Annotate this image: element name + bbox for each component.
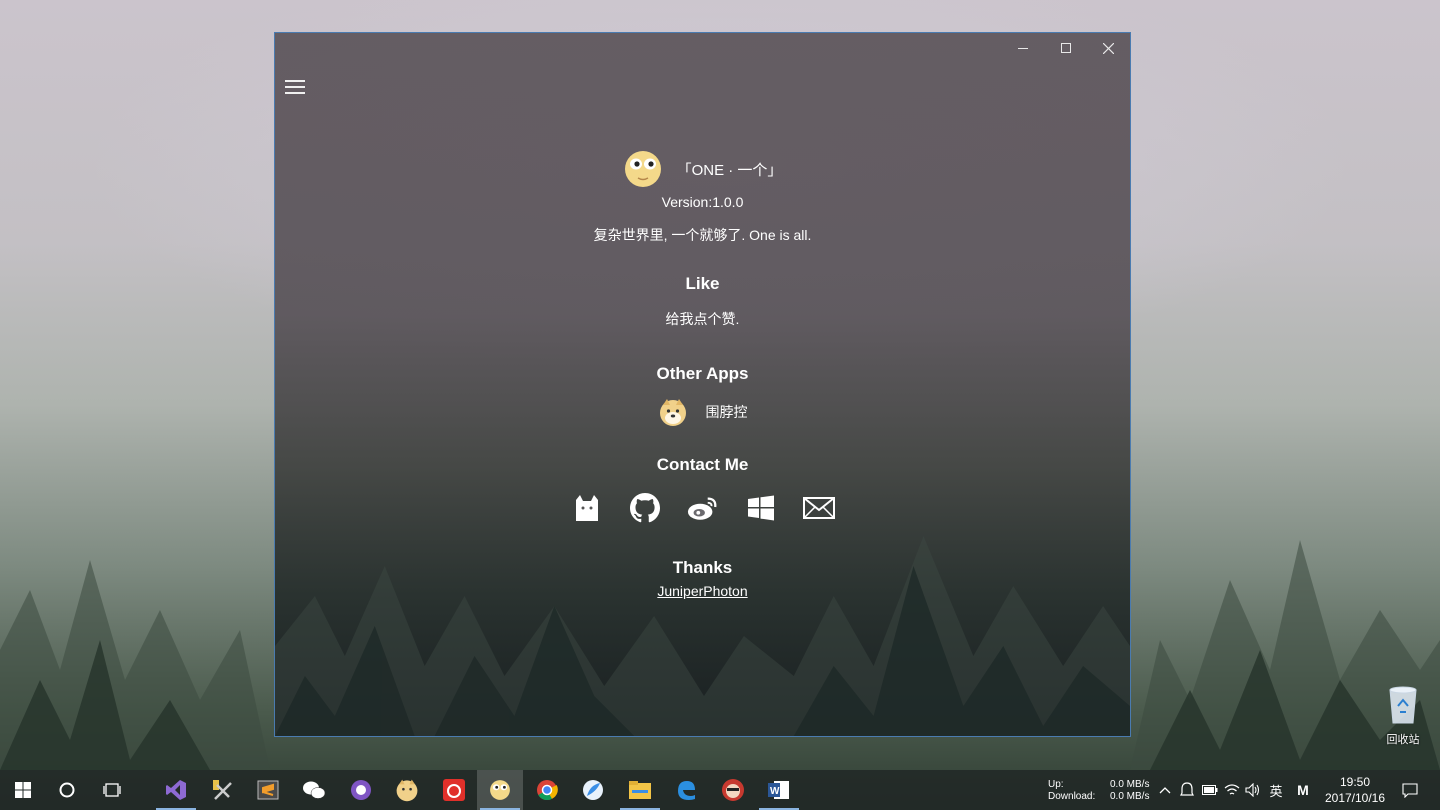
minimize-button[interactable] xyxy=(1001,33,1044,63)
one-app-icon xyxy=(490,780,510,800)
thanks-link[interactable]: JuniperPhoton xyxy=(657,583,747,599)
about-content: 「ONE · 一个」 Version:1.0.0 复杂世界里, 一个就够了. O… xyxy=(275,149,1130,601)
file-explorer-icon xyxy=(629,781,651,799)
app-slogan: 复杂世界里, 一个就够了. One is all. xyxy=(593,227,812,243)
other-apps-section-title: Other Apps xyxy=(656,364,749,383)
app-window: 「ONE · 一个」 Version:1.0.0 复杂世界里, 一个就够了. O… xyxy=(274,32,1131,737)
app-name: 「ONE · 一个」 xyxy=(676,161,783,179)
notification-icon xyxy=(1402,782,1418,798)
taskbar-doge[interactable] xyxy=(384,770,430,810)
tray-ime[interactable]: 英 xyxy=(1266,770,1286,810)
visual-studio-icon xyxy=(166,780,186,800)
taskbar-one-app[interactable] xyxy=(477,770,523,810)
like-section-title: Like xyxy=(685,274,720,293)
maximize-button[interactable] xyxy=(1044,33,1087,63)
svg-text:W: W xyxy=(770,786,780,797)
cat-icon xyxy=(575,495,598,521)
mail-contact-button[interactable] xyxy=(802,493,835,523)
tray-ime-mode[interactable]: M xyxy=(1292,770,1314,810)
mail-icon xyxy=(802,497,835,519)
doge-icon xyxy=(396,779,418,802)
show-hidden-icons-button[interactable] xyxy=(1155,770,1175,810)
recycle-bin[interactable]: 回收站 xyxy=(1378,684,1428,747)
net-up-label: Up: xyxy=(1048,779,1064,790)
taskbar-wechat[interactable] xyxy=(291,770,337,810)
network-values: 0.0 MB/s 0.0 MB/s xyxy=(1110,779,1149,803)
cortana-button[interactable] xyxy=(44,770,90,810)
taskbar-visual-studio[interactable] xyxy=(153,770,199,810)
word-icon: W xyxy=(768,781,789,799)
close-icon xyxy=(1103,42,1114,54)
tray-qq[interactable] xyxy=(1177,770,1197,810)
cortana-icon xyxy=(59,782,75,798)
close-button[interactable] xyxy=(1087,33,1130,63)
start-button[interactable] xyxy=(0,770,46,810)
chrome-icon xyxy=(537,780,558,801)
wifi-icon xyxy=(1224,784,1240,795)
sublime-icon xyxy=(257,780,279,800)
netease-music-icon xyxy=(443,779,465,801)
doge-icon xyxy=(659,399,686,426)
taskbar-avatar-app[interactable] xyxy=(710,770,756,810)
hamburger-line xyxy=(285,92,305,94)
feather-icon xyxy=(583,780,603,800)
hamburger-line xyxy=(285,86,305,88)
task-view-button[interactable] xyxy=(89,770,135,810)
clock-date: 2017/10/16 xyxy=(1324,791,1386,805)
like-link[interactable]: 给我点个赞. xyxy=(275,309,1130,329)
battery-icon xyxy=(1202,785,1218,795)
windows-icon xyxy=(747,495,774,521)
contact-section-title: Contact Me xyxy=(656,455,749,474)
recycle-bin-icon xyxy=(1389,686,1417,724)
taskbar-file-explorer[interactable] xyxy=(617,770,663,810)
other-app-item[interactable]: 围脖控 xyxy=(275,397,1130,427)
taskbar-feather[interactable] xyxy=(570,770,616,810)
task-view-icon xyxy=(103,783,121,797)
maximize-icon xyxy=(1060,43,1071,53)
windows-start-icon xyxy=(15,782,31,798)
taskbar-netease-music[interactable] xyxy=(431,770,477,810)
edge-icon xyxy=(678,781,695,800)
github-icon xyxy=(629,493,660,523)
github-desktop-icon xyxy=(351,780,371,800)
windows-store-contact-button[interactable] xyxy=(745,493,777,523)
weibo-icon xyxy=(687,497,716,520)
app-header: 「ONE · 一个」 xyxy=(275,149,1130,189)
taskbar-chrome[interactable] xyxy=(524,770,570,810)
contact-icons xyxy=(275,493,1130,523)
chevron-up-icon xyxy=(1159,787,1171,794)
hamburger-menu-button[interactable] xyxy=(285,80,305,94)
recycle-bin-label: 回收站 xyxy=(1386,734,1420,746)
other-app-label: 围脖控 xyxy=(705,404,748,420)
avatar-icon xyxy=(722,779,744,801)
app-version: Version:1.0.0 xyxy=(661,194,744,210)
taskbar-sublime[interactable] xyxy=(245,770,291,810)
bell-icon xyxy=(1180,782,1194,796)
weibo-contact-button[interactable] xyxy=(687,493,719,523)
tray-volume[interactable] xyxy=(1243,770,1263,810)
thanks-section-title: Thanks xyxy=(672,558,733,577)
tray-wifi[interactable] xyxy=(1222,770,1242,810)
minimize-icon xyxy=(1017,47,1028,49)
clock-time: 19:50 xyxy=(1339,775,1371,789)
one-app-logo-icon xyxy=(624,151,661,187)
action-center-button[interactable] xyxy=(1398,770,1422,810)
hamburger-line xyxy=(285,80,305,82)
github-contact-button[interactable] xyxy=(629,493,661,523)
taskbar-word[interactable]: W xyxy=(756,770,802,810)
taskbar-clock[interactable]: 19:50 2017/10/16 xyxy=(1320,774,1390,806)
taskbar-edge[interactable] xyxy=(663,770,709,810)
network-labels: Up: Download: xyxy=(1048,779,1095,803)
cat-contact-button[interactable] xyxy=(571,493,603,523)
tools-icon xyxy=(213,780,232,800)
title-bar xyxy=(275,33,1130,63)
tray-battery[interactable] xyxy=(1199,770,1221,810)
taskbar-tools[interactable] xyxy=(199,770,245,810)
net-down-value: 0.0 MB/s xyxy=(1110,791,1150,802)
taskbar-github-desktop[interactable] xyxy=(338,770,384,810)
volume-icon xyxy=(1245,783,1260,797)
wechat-icon xyxy=(303,781,326,799)
net-down-label: Download: xyxy=(1048,791,1096,802)
net-up-value: 0.0 MB/s xyxy=(1110,779,1150,790)
